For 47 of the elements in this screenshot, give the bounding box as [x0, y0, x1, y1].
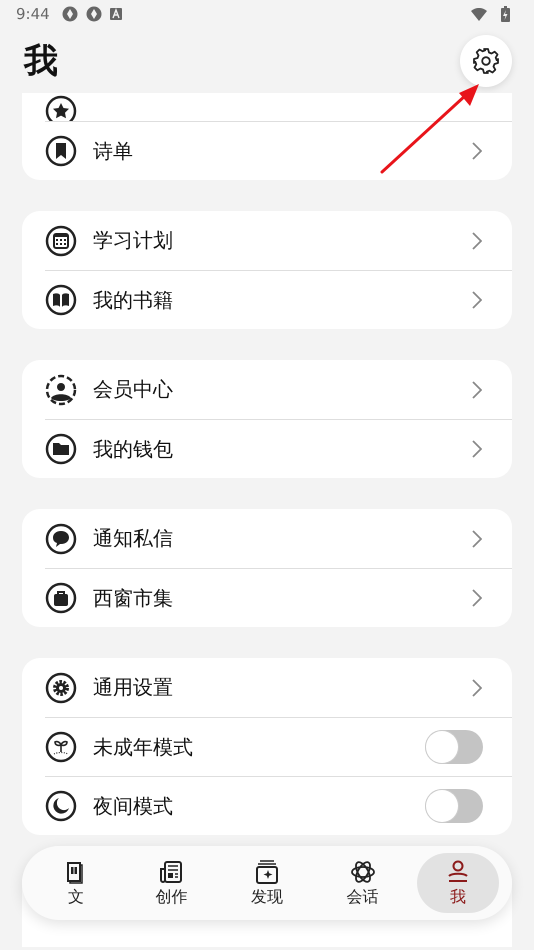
battery-icon: [501, 6, 510, 22]
menu-item-label[interactable]: 我的钱包: [93, 436, 173, 462]
chevron-icon: [472, 380, 482, 398]
orbit-icon: [350, 858, 376, 884]
menu-item-label[interactable]: 通用设置: [93, 674, 173, 701]
star-icon: [45, 95, 77, 121]
nav-tab[interactable]: 发现: [226, 853, 308, 913]
menu-item-label[interactable]: 西窗市集: [93, 584, 173, 612]
wifi-icon: [471, 8, 487, 20]
nav-tab[interactable]: 创作: [130, 853, 212, 913]
menu-item-label[interactable]: 我的书籍: [93, 286, 173, 314]
menu-item-label[interactable]: 学习计划: [93, 227, 173, 254]
settings-icon: [471, 46, 501, 76]
sparkle-icon: [254, 858, 280, 884]
aperture-icon: [86, 6, 102, 22]
keyboard-icon: [110, 8, 122, 20]
toggle-switch[interactable]: [425, 730, 483, 764]
calendar-icon: [45, 224, 77, 256]
menu-item-label[interactable]: 会员中心: [93, 376, 173, 403]
bookmark-icon: [45, 135, 77, 167]
chevron-icon: [472, 142, 482, 160]
sprout-icon: [45, 731, 77, 763]
menu-item-label: 夜间模式: [93, 792, 173, 820]
aperture-icon: [62, 6, 78, 22]
toggle-switch[interactable]: [425, 789, 483, 823]
chat-icon: [45, 522, 77, 554]
chevron-icon: [472, 530, 482, 548]
newspaper-icon: [158, 858, 184, 884]
chevron-icon: [472, 589, 482, 607]
menu-item-label[interactable]: 诗单: [93, 138, 133, 164]
bag-icon: [45, 582, 77, 614]
member-icon: [45, 374, 77, 406]
gear-icon: [45, 672, 77, 704]
chevron-icon: [472, 232, 482, 250]
book-icon: [45, 284, 77, 316]
nav-tab[interactable]: 文: [34, 853, 117, 913]
folder-icon: [45, 433, 77, 465]
chevron-icon: [472, 678, 482, 696]
moon-icon: [45, 790, 77, 822]
status-time: 9:44: [16, 5, 50, 23]
nav-tab[interactable]: 我: [417, 853, 500, 913]
page-title: 我: [24, 40, 58, 82]
menu-item-label[interactable]: 通知私信: [93, 525, 173, 552]
chevron-icon: [472, 291, 482, 309]
chevron-icon: [472, 440, 482, 458]
nav-tab[interactable]: 会话: [322, 853, 404, 913]
menu-item-label: 未成年模式: [93, 734, 193, 760]
